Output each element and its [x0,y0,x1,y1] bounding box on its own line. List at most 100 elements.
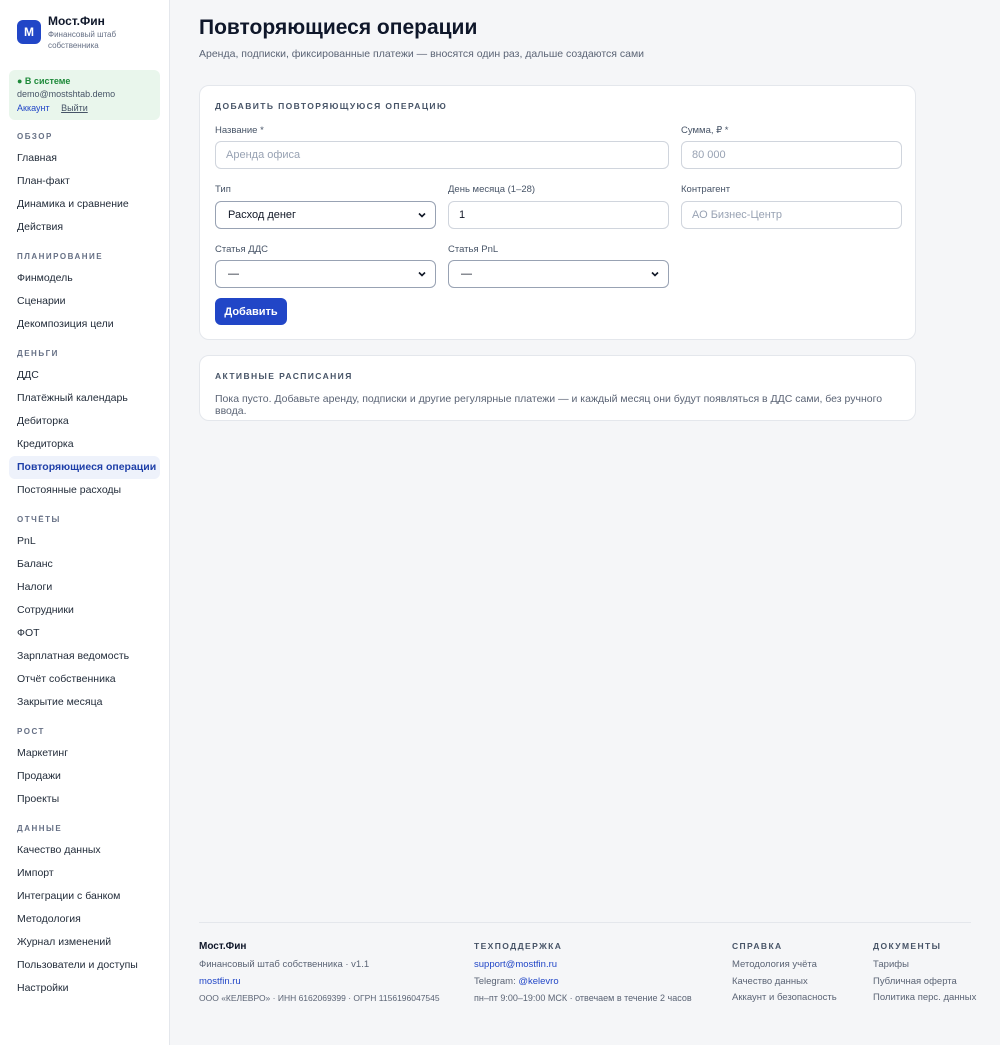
page-subtitle: Аренда, подписки, фиксированные платежи … [199,48,645,60]
name-input[interactable]: Аренда офиса [215,141,669,169]
footer-tagline: Финансовый штаб собственника · v1.1 [199,959,370,970]
footer-help-link[interactable]: Аккаунт и безопасность [732,990,837,1007]
sidebar-item-pnl[interactable]: PnL [9,530,160,553]
brand-subtitle: Финансовый штаб собственника [48,30,117,50]
sidebar-item-receivables[interactable]: Дебиторка [9,410,160,433]
sidebar-item-recurring[interactable]: Повторяющиеся операции [9,456,160,479]
footer-brand: Мост.Фин [199,941,247,952]
day-value: 1 [459,209,466,221]
brand-name: Мост.Фин [48,14,105,28]
nav-section-growth: РОСТ [17,727,45,736]
sidebar-item-projects[interactable]: Проекты [9,788,160,811]
footer-help-link[interactable]: Качество данных [732,974,837,991]
chevron-down-icon [418,212,426,218]
footer-legal: ООО «КЕЛЕВРО» · ИНН 6162069399 · ОГРН 11… [199,993,440,1003]
sidebar: М Мост.Фин Финансовый штаб собственника … [0,0,170,1045]
page-title: Повторяющиеся операции [199,16,478,39]
sidebar-item-payroll-fund[interactable]: ФОТ [9,622,160,645]
sidebar-item-fixed-expenses[interactable]: Постоянные расходы [9,479,160,502]
footer-brand-col: Мост.Фин Финансовый штаб собственника · … [199,941,440,1007]
footer-docs-link[interactable]: Тарифы [873,957,976,974]
sidebar-item-home[interactable]: Главная [9,147,160,170]
add-recurring-form: ДОБАВИТЬ ПОВТОРЯЮЩУЮСЯ ОПЕРАЦИЮ Название… [199,85,916,340]
sidebar-item-import[interactable]: Импорт [9,862,160,885]
session-status: ● В системе [17,76,71,86]
nav-section-data: ДАННЫЕ [17,824,63,833]
nav-section-overview: ОБЗОР [17,132,53,141]
footer-support-title: ТЕХПОДДЕРЖКА [474,941,563,951]
footer-telegram-link[interactable]: @kelevro [518,976,558,987]
footer-docs-link[interactable]: Публичная оферта [873,974,976,991]
sidebar-item-sales[interactable]: Продажи [9,765,160,788]
type-label: Тип [215,184,231,195]
sidebar-item-settings[interactable]: Настройки [9,977,160,1000]
pnl-value: — [461,268,472,280]
name-label: Название * [215,125,264,136]
active-schedules: АКТИВНЫЕ РАСПИСАНИЯ Пока пусто. Добавьте… [199,355,916,421]
sidebar-item-balance[interactable]: Баланс [9,553,160,576]
footer-telegram-label: Telegram: [474,975,516,987]
amount-placeholder: 80 000 [692,149,726,161]
session-email: demo@mostshtab.demo [17,89,116,99]
day-label: День месяца (1–28) [448,184,536,195]
sidebar-item-dynamics[interactable]: Динамика и сравнение [9,193,160,216]
counterparty-placeholder: АО Бизнес-Центр [692,209,782,221]
pnl-select[interactable]: — [448,260,669,288]
sidebar-item-finmodel[interactable]: Финмодель [9,267,160,290]
sidebar-item-month-close[interactable]: Закрытие месяца [9,691,160,714]
nav-section-money: ДЕНЬГИ [17,349,59,358]
day-input[interactable]: 1 [448,201,669,229]
sidebar-item-payables[interactable]: Кредиторка [9,433,160,456]
sidebar-item-plan-fact[interactable]: План-факт [9,170,160,193]
sidebar-item-employees[interactable]: Сотрудники [9,599,160,622]
active-title: АКТИВНЫЕ РАСПИСАНИЯ [215,371,353,381]
sidebar-item-methodology[interactable]: Методология [9,908,160,931]
type-value: Расход денег [228,209,297,221]
pnl-label: Статья PnL [448,244,499,255]
sidebar-item-data-quality[interactable]: Качество данных [9,839,160,862]
sidebar-item-changelog[interactable]: Журнал изменений [9,931,160,954]
amount-input[interactable]: 80 000 [681,141,902,169]
nav-section-reports: ОТЧЁТЫ [17,515,61,524]
nav-section-planning: ПЛАНИРОВАНИЕ [17,252,104,261]
footer-docs-title: ДОКУМЕНТЫ [873,941,942,951]
dds-value: — [228,268,239,280]
sidebar-item-scenarios[interactable]: Сценарии [9,290,160,313]
sidebar-item-bank-integrations[interactable]: Интеграции с банком [9,885,160,908]
footer-help-title: СПРАВКА [732,941,783,951]
footer-docs-col: ДОКУМЕНТЫ Тарифы Публичная оферта Полити… [873,941,976,1007]
sidebar-item-users-access[interactable]: Пользователи и доступы [9,954,160,977]
sidebar-item-owner-report[interactable]: Отчёт собственника [9,668,160,691]
footer-help-link[interactable]: Методология учёта [732,957,837,974]
empty-state-text: Пока пусто. Добавьте аренду, подписки и … [215,393,883,417]
chevron-down-icon [418,271,426,277]
brand-logo: М [17,20,41,44]
counterparty-label: Контрагент [681,184,731,195]
dds-label: Статья ДДС [215,244,268,255]
logout-link[interactable]: Выйти [61,103,88,113]
brand[interactable]: М Мост.Фин Финансовый штаб собственника [17,14,138,51]
chevron-down-icon [651,271,659,277]
footer-divider [199,922,971,923]
footer-help-col: СПРАВКА Методология учёта Качество данны… [732,941,837,1007]
footer-support-email[interactable]: support@mostfin.ru [474,957,692,974]
sidebar-item-actions[interactable]: Действия [9,216,160,239]
footer-site-link[interactable]: mostfin.ru [199,974,440,991]
amount-label: Сумма, ₽ * [681,125,729,136]
type-select[interactable]: Расход денег [215,201,436,229]
sidebar-item-payment-calendar[interactable]: Платёжный календарь [9,387,160,410]
footer-support-col: ТЕХПОДДЕРЖКА support@mostfin.ru Telegram… [474,941,692,1007]
account-link[interactable]: Аккаунт [17,103,50,113]
sidebar-item-taxes[interactable]: Налоги [9,576,160,599]
sidebar-item-goal-decomposition[interactable]: Декомпозиция цели [9,313,160,336]
form-title: ДОБАВИТЬ ПОВТОРЯЮЩУЮСЯ ОПЕРАЦИЮ [215,101,448,111]
counterparty-input[interactable]: АО Бизнес-Центр [681,201,902,229]
sidebar-item-payroll-sheet[interactable]: Зарплатная ведомость [9,645,160,668]
sidebar-item-dds[interactable]: ДДС [9,364,160,387]
footer-docs-link[interactable]: Политика перс. данных [873,990,976,1007]
sidebar-item-marketing[interactable]: Маркетинг [9,742,160,765]
add-button[interactable]: Добавить [215,298,287,325]
sidebar-nav: ОБЗОР Главная План-факт Динамика и сравн… [9,127,160,1000]
session-box: ● В системе demo@mostshtab.demo Аккаунт … [9,70,160,120]
dds-select[interactable]: — [215,260,436,288]
